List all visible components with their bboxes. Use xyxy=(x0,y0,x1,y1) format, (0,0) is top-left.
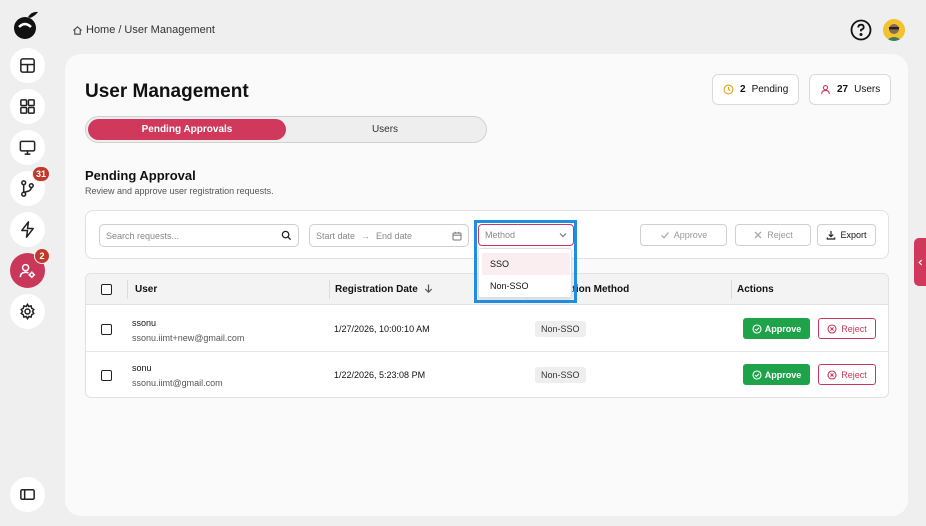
breadcrumb-separator: / xyxy=(118,24,122,36)
table-row: ssonu ssonu.iimt+new@gmail.com 1/27/2026… xyxy=(86,306,888,352)
row-checkbox[interactable] xyxy=(101,324,112,335)
home-icon[interactable] xyxy=(72,25,83,36)
arrow-right-icon: → xyxy=(361,230,371,241)
approve-label: Approve xyxy=(764,369,802,380)
breadcrumb: Home / User Management xyxy=(72,24,215,36)
grid-icon xyxy=(20,99,35,114)
user-email: ssonu.iimt@gmail.com xyxy=(132,378,223,388)
approve-label: Approve xyxy=(764,323,802,334)
close-icon xyxy=(754,231,762,239)
bulk-reject-label: Reject xyxy=(767,230,793,240)
end-date-field[interactable]: End date xyxy=(376,231,412,241)
search-icon xyxy=(281,230,292,241)
sidebar-item-monitor[interactable] xyxy=(10,130,45,165)
sidebar-item-user-management[interactable]: 2 xyxy=(10,248,50,288)
tab-users[interactable]: Users xyxy=(286,119,484,140)
bulk-approve-label: Approve xyxy=(673,230,708,240)
clock-icon xyxy=(723,84,734,95)
sidebar-item-dashboard[interactable] xyxy=(10,89,45,124)
calendar-icon xyxy=(452,231,462,240)
chevron-left-icon xyxy=(917,259,922,265)
breadcrumb-current: User Management xyxy=(124,24,215,36)
select-all-checkbox[interactable] xyxy=(101,284,112,295)
users-count: 27 xyxy=(837,84,849,95)
check-circle-icon xyxy=(752,369,762,380)
bulk-reject-button[interactable]: Reject xyxy=(735,224,811,246)
column-divider xyxy=(731,280,732,299)
user-icon xyxy=(821,85,830,95)
reject-button[interactable]: Reject xyxy=(818,364,876,385)
user-gear-icon xyxy=(19,263,36,279)
approve-button[interactable]: Approve xyxy=(743,318,810,339)
users-count-badge: 27 Users xyxy=(809,74,892,105)
sidebar-item-branches[interactable]: 31 xyxy=(10,166,50,206)
notification-badge: 2 xyxy=(34,248,50,264)
focus-highlight xyxy=(474,220,577,303)
reject-label: Reject xyxy=(841,323,867,334)
sidebar-item-actions[interactable] xyxy=(10,212,45,247)
table-row: sonu ssonu.iimt@gmail.com 1/22/2026, 5:2… xyxy=(86,352,888,397)
search-input[interactable]: Search requests... xyxy=(99,224,299,247)
layout-icon xyxy=(20,58,35,73)
close-circle-icon xyxy=(827,323,837,334)
user-name: ssonu xyxy=(132,318,157,328)
download-icon xyxy=(827,231,836,240)
check-icon xyxy=(660,232,669,239)
tab-bar: Pending Approvals Users xyxy=(85,116,487,143)
column-divider xyxy=(127,280,128,299)
help-icon[interactable] xyxy=(850,19,872,41)
lightning-icon xyxy=(21,221,34,238)
tab-pending-approvals[interactable]: Pending Approvals xyxy=(88,119,286,140)
search-placeholder: Search requests... xyxy=(106,230,180,241)
column-header-user[interactable]: User xyxy=(135,284,157,295)
close-circle-icon xyxy=(827,369,837,380)
registration-date: 1/22/2026, 5:23:08 PM xyxy=(334,370,426,380)
section-subtitle: Review and approve user registration req… xyxy=(85,186,274,196)
approve-button[interactable]: Approve xyxy=(743,364,810,385)
users-label: Users xyxy=(854,84,881,95)
pending-label: Pending xyxy=(751,84,789,95)
method-badge: Non-SSO xyxy=(535,367,586,383)
logo-icon[interactable] xyxy=(10,9,42,41)
git-branch-icon xyxy=(21,180,34,197)
user-name: sonu xyxy=(132,363,152,373)
pending-count: 2 xyxy=(740,84,746,95)
export-label: Export xyxy=(840,230,867,240)
method-badge: Non-SSO xyxy=(535,321,586,337)
pending-count-badge: 2 Pending xyxy=(712,74,800,105)
registration-date: 1/27/2026, 10:00:10 AM xyxy=(334,324,430,334)
reject-button[interactable]: Reject xyxy=(818,318,876,339)
row-checkbox[interactable] xyxy=(101,370,112,381)
breadcrumb-home[interactable]: Home xyxy=(86,24,115,36)
start-date-field[interactable]: Start date xyxy=(316,231,355,241)
check-circle-icon xyxy=(752,323,762,334)
column-header-registration-date[interactable]: Registration Date xyxy=(335,284,433,295)
bulk-approve-button[interactable]: Approve xyxy=(640,224,727,246)
user-email: ssonu.iimt+new@gmail.com xyxy=(132,333,245,343)
sidebar-toggle-button[interactable] xyxy=(10,477,45,512)
date-range-picker[interactable]: Start date → End date xyxy=(309,224,469,247)
user-avatar-icon xyxy=(883,19,905,41)
column-header-actions: Actions xyxy=(737,284,774,295)
sidebar-item-settings[interactable] xyxy=(10,294,45,329)
notification-badge: 31 xyxy=(31,166,50,182)
reject-label: Reject xyxy=(841,369,867,380)
export-button[interactable]: Export xyxy=(817,224,876,246)
registration-date-label: Registration Date xyxy=(335,284,418,295)
section-title: Pending Approval xyxy=(85,168,196,183)
sidebar: 31 2 xyxy=(0,0,54,526)
panel-left-icon xyxy=(20,488,35,501)
sidebar-item-layout[interactable] xyxy=(10,48,45,83)
column-divider xyxy=(329,280,330,299)
side-panel-toggle[interactable] xyxy=(914,238,926,286)
arrow-down-icon[interactable] xyxy=(424,284,433,293)
avatar[interactable] xyxy=(883,19,905,41)
page-title: User Management xyxy=(85,81,249,102)
monitor-icon xyxy=(19,140,36,155)
settings-icon xyxy=(20,302,35,321)
